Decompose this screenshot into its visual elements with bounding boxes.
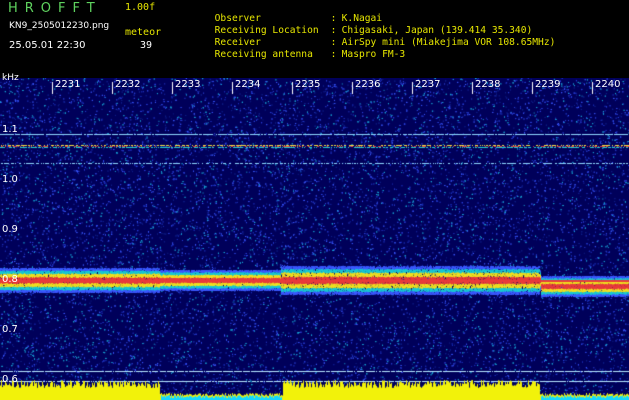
frequency-tick-label: 0.8 [2,274,18,285]
header-panel: HROFFT 1.00f KN9_2505012230.png meteor 2… [0,0,629,78]
info-key: Receiving antenna [214,48,313,60]
frequency-tick-label: 1.0 [2,174,18,185]
frequency-unit-label: kHz [2,73,19,83]
info-separator: : [330,48,337,60]
minute-label: 2237 [415,79,441,90]
spectrogram-canvas [0,78,629,400]
frequency-tick-label: 1.1 [2,124,18,135]
timestamp: 25.05.01 22:30 [9,40,86,51]
minute-label: 2236 [355,79,381,90]
minute-label: 2233 [175,79,201,90]
minute-label: 2232 [115,79,141,90]
minute-label: 2240 [595,79,621,90]
minute-label: 2234 [235,79,261,90]
info-value: Maspro FM-3 [341,48,406,60]
minute-label: 2239 [535,79,561,90]
meteor-count: 39 [140,40,153,51]
app-title: HROFFT [8,1,102,16]
minute-label: 2231 [55,79,81,90]
hrofft-window: HROFFT 1.00f KN9_2505012230.png meteor 2… [0,0,629,400]
info-row-antenna: Receiving antenna: Maspro FM-3 [180,40,406,69]
frequency-tick-label: 0.6 [2,374,18,385]
app-version: 1.00f [125,2,156,13]
frequency-tick-label: 0.9 [2,224,18,235]
file-name: KN9_2505012230.png [9,21,110,31]
meteor-label: meteor [125,27,162,38]
frequency-tick-label: 0.7 [2,324,18,335]
minute-label: 2238 [475,79,501,90]
minute-label: 2235 [295,79,321,90]
